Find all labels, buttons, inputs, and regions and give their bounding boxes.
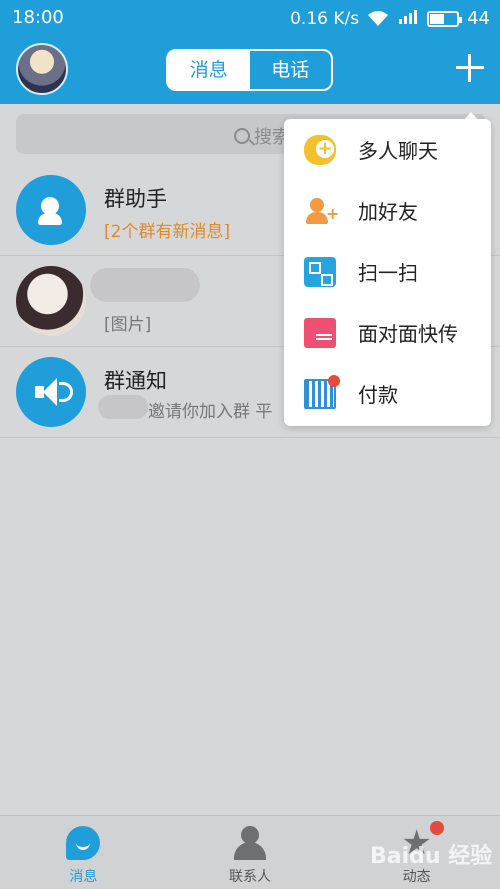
menu-item-label: 扫一扫 <box>358 261 418 285</box>
nav-contacts[interactable]: 联系人 <box>167 816 334 889</box>
search-icon <box>234 128 250 144</box>
group-notice-avatar <box>16 357 86 427</box>
people-icon <box>38 197 64 225</box>
blurred-name <box>98 395 148 419</box>
add-friend-icon: + <box>304 196 339 226</box>
nav-label: 消息 <box>69 869 98 885</box>
nav-messages[interactable]: 消息 <box>0 816 167 889</box>
status-time: 18:00 <box>12 7 64 28</box>
menu-item-label: 付款 <box>358 383 398 407</box>
tab-messages[interactable]: 消息 <box>168 51 250 89</box>
scan-icon <box>304 257 336 287</box>
tab-calls[interactable]: 电话 <box>250 51 332 89</box>
status-indicators: 0.16 K/s 44 <box>290 7 490 30</box>
menu-item-label: 多人聊天 <box>358 139 438 163</box>
conversation-title: 群通知 <box>104 369 167 393</box>
group-chat-icon <box>304 135 336 165</box>
conversation-title: 群助手 <box>104 187 167 211</box>
plus-popup-menu: 多人聊天 + 加好友 扫一扫 面对面快传 付款 <box>284 119 491 426</box>
blurred-name <box>90 268 200 302</box>
speaker-icon <box>35 378 73 406</box>
contact-avatar <box>16 266 86 336</box>
watermark: Baidu 经验 <box>370 844 493 869</box>
signal-icon <box>397 7 419 30</box>
app-header: 消息 电话 <box>0 36 500 104</box>
conversation-subtitle: [2个群有新消息] <box>104 222 231 242</box>
menu-item-add-friend[interactable]: + 加好友 <box>284 180 491 241</box>
notification-dot <box>430 821 444 835</box>
nav-label: 联系人 <box>229 869 271 885</box>
battery-level: 44 <box>467 8 490 29</box>
my-avatar[interactable] <box>16 43 68 95</box>
badge-dot <box>328 375 340 387</box>
network-speed: 0.16 K/s <box>290 8 360 29</box>
folder-icon <box>304 318 336 348</box>
group-helper-avatar <box>16 175 86 245</box>
menu-item-label: 面对面快传 <box>358 322 458 346</box>
wifi-icon <box>368 10 389 26</box>
menu-item-group-chat[interactable]: 多人聊天 <box>284 119 491 180</box>
status-bar: 18:00 0.16 K/s 44 <box>0 0 500 36</box>
barcode-icon <box>304 375 340 409</box>
battery-icon <box>427 10 463 27</box>
menu-item-scan[interactable]: 扫一扫 <box>284 241 491 302</box>
conversation-subtitle: 邀请你加入群 平 <box>148 402 273 422</box>
menu-item-pay[interactable]: 付款 <box>284 363 491 424</box>
contacts-icon <box>233 826 267 860</box>
menu-item-face-transfer[interactable]: 面对面快传 <box>284 302 491 363</box>
tab-switcher: 消息 电话 <box>166 49 333 91</box>
message-icon <box>66 826 101 860</box>
conversation-subtitle: [图片] <box>104 315 152 335</box>
plus-icon[interactable] <box>452 50 488 86</box>
menu-item-label: 加好友 <box>358 200 418 224</box>
